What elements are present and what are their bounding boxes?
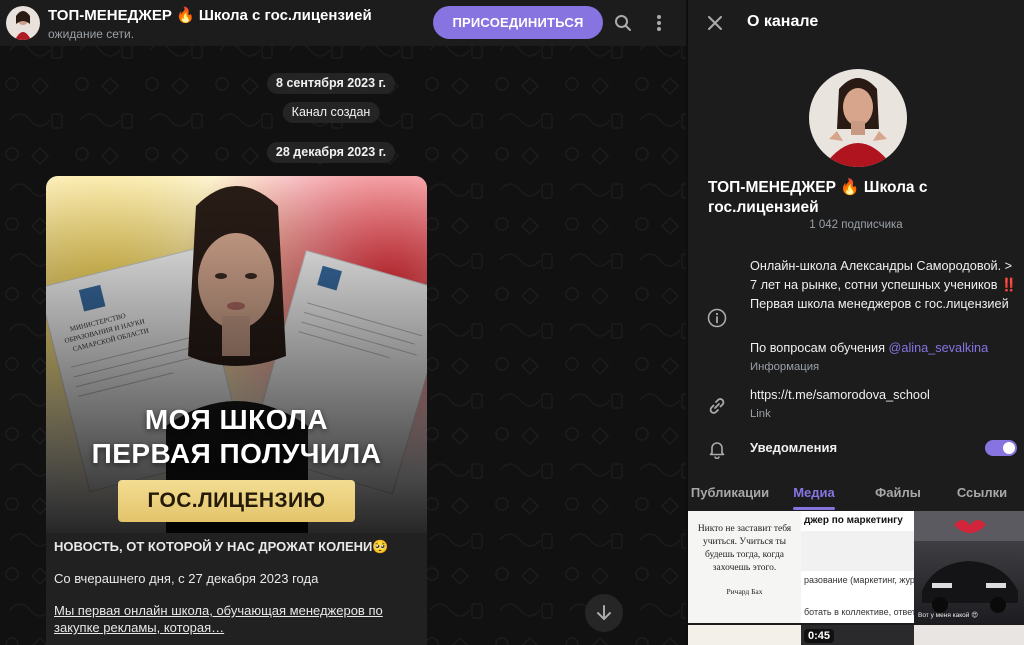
- post-text: НОВОСТЬ, ОТ КОТОРОЙ У НАС ДРОЖАТ КОЛЕНИ🥺…: [46, 533, 427, 645]
- tile-header: джер по маркетингу: [801, 511, 914, 531]
- close-icon[interactable]: [704, 12, 726, 34]
- avatar-image: [809, 69, 907, 167]
- join-button[interactable]: ПРИСОЕДИНИТЬСЯ: [433, 6, 603, 39]
- media-tile[interactable]: Вот у меня какой 😍: [914, 511, 1024, 623]
- arrow-down-icon: [597, 605, 611, 620]
- media-tile[interactable]: Никто не заставит тебя учиться. Учиться …: [688, 511, 801, 623]
- avatar-image: [6, 6, 40, 40]
- channel-avatar[interactable]: [6, 6, 40, 40]
- media-tabs: Публикации Медиа Файлы Ссылки: [688, 478, 1024, 510]
- quote-author: Ричард Бах: [726, 587, 763, 596]
- info-sublabel: Информация: [750, 361, 820, 373]
- media-tile[interactable]: [914, 625, 1024, 645]
- subscriber-count: 1 042 подписчика: [809, 219, 903, 231]
- channel-description: Онлайн-школа Александры Самородовой. > 7…: [750, 259, 1017, 311]
- bell-icon: [706, 438, 728, 460]
- channel-info-panel: О канале ТОП-МЕНЕДЖЕР 🔥 Школа с гос.лице…: [688, 0, 1024, 645]
- channel-link[interactable]: https://t.me/samorodova_school: [750, 388, 930, 402]
- media-grid: Никто не заставит тебя учиться. Учиться …: [688, 511, 1024, 645]
- channel-post[interactable]: МИНИСТЕРСТВО ОБРАЗОВАНИЯ И НАУКИ САМАРСК…: [46, 176, 427, 645]
- tab-posts[interactable]: Публикации: [688, 478, 772, 510]
- tab-links[interactable]: Ссылки: [940, 478, 1024, 510]
- link-sublabel: Link: [750, 408, 771, 420]
- service-message: Канал создан: [282, 102, 380, 123]
- link-icon: [706, 395, 728, 417]
- video-duration: 0:45: [804, 629, 835, 643]
- scroll-to-bottom-button[interactable]: [585, 594, 623, 632]
- channel-name: ТОП-МЕНЕДЖЕР 🔥 Школа с гос.лицензией: [708, 179, 928, 216]
- more-options-icon[interactable]: [647, 11, 671, 35]
- image-headline: ПЕРВАЯ ПОЛУЧИЛА: [91, 438, 382, 469]
- notifications-toggle[interactable]: [985, 440, 1017, 456]
- chat-title[interactable]: ТОП-МЕНЕДЖЕР 🔥 Школа с гос.лицензией: [48, 6, 372, 24]
- tab-files[interactable]: Файлы: [856, 478, 940, 510]
- connection-status: ожидание сети.: [48, 26, 135, 41]
- date-separator: 8 сентября 2023 г.: [267, 73, 395, 94]
- post-image[interactable]: МИНИСТЕРСТВО ОБРАЗОВАНИЯ И НАУКИ САМАРСК…: [46, 176, 427, 533]
- tab-media[interactable]: Медиа: [772, 478, 856, 510]
- contact-mention-link[interactable]: @alina_sevalkina: [889, 341, 989, 355]
- tile-line: разование (маркетинг, журн: [804, 575, 914, 585]
- panel-title: О канале: [747, 13, 819, 30]
- date-separator: 28 декабря 2023 г.: [266, 142, 396, 163]
- info-icon: [706, 307, 728, 329]
- notifications-label: Уведомления: [750, 440, 838, 455]
- search-icon[interactable]: [611, 11, 635, 35]
- tile-caption: Вот у меня какой 😍: [918, 612, 978, 619]
- media-tile[interactable]: джер по маркетингу разование (маркетинг,…: [801, 511, 914, 623]
- contact-prefix: По вопросам обучения: [750, 341, 889, 355]
- media-tile[interactable]: [688, 625, 801, 645]
- image-headline: МОЯ ШКОЛА: [144, 404, 329, 435]
- car-image: [914, 511, 1024, 613]
- chat-header[interactable]: ТОП-МЕНЕДЖЕР 🔥 Школа с гос.лицензией ожи…: [0, 0, 686, 46]
- post-paragraph: Со вчерашнего дня, с 27 декабря 2023 год…: [54, 571, 319, 586]
- tile-line: ботать в коллективе, ответств: [804, 607, 914, 617]
- quote-text: Никто не заставит тебя учиться. Учиться …: [697, 524, 792, 573]
- contact-line: По вопросам обучения @alina_sevalkina: [750, 341, 988, 355]
- chat-pane: ТОП-МЕНЕДЖЕР 🔥 Школа с гос.лицензией ожи…: [0, 0, 686, 645]
- channel-avatar-large[interactable]: [809, 69, 907, 167]
- image-license-banner: ГОС.ЛИЦЕНЗИЮ: [118, 480, 355, 522]
- post-link-paragraph[interactable]: Мы первая онлайн школа, обучающая менедж…: [54, 602, 419, 636]
- post-headline: НОВОСТЬ, ОТ КОТОРОЙ У НАС ДРОЖАТ КОЛЕНИ🥺: [54, 539, 389, 554]
